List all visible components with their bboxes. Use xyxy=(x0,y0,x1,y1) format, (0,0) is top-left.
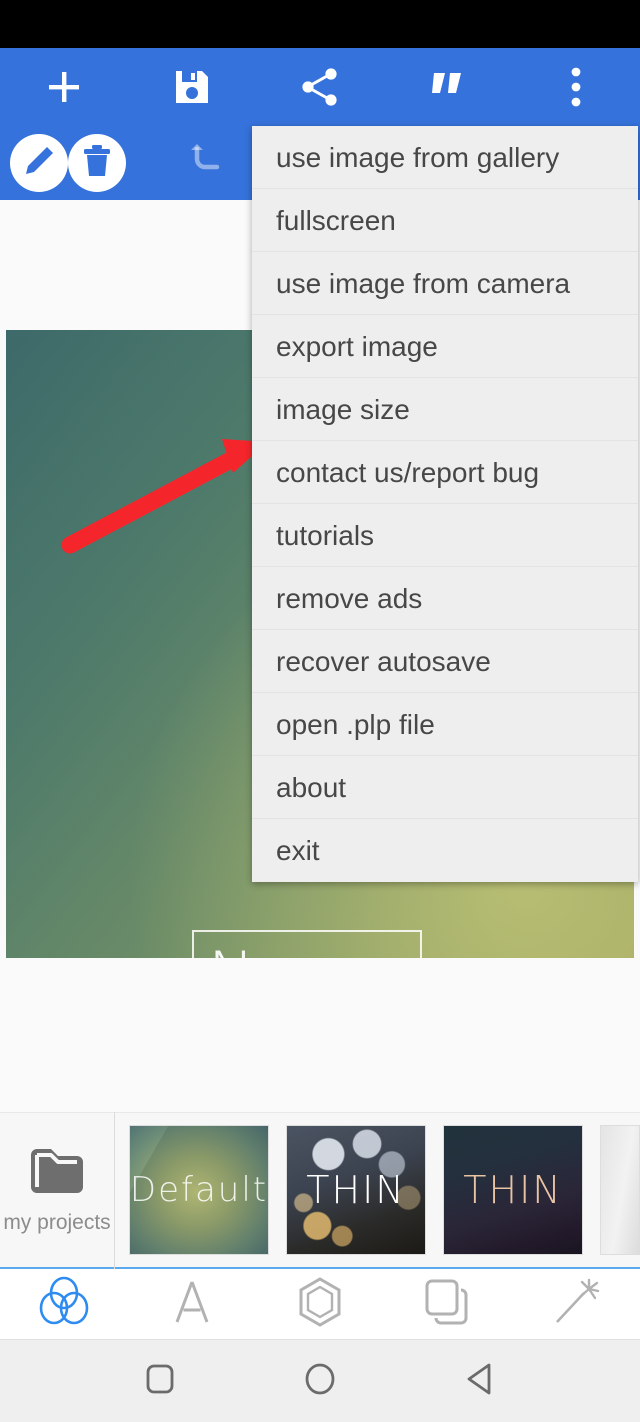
edit-button[interactable] xyxy=(10,134,68,192)
template-thumb-label: THIN xyxy=(463,1168,563,1212)
template-thumb-thin-dark[interactable]: THIN xyxy=(443,1125,583,1255)
menu-item-recover-autosave[interactable]: recover autosave xyxy=(252,630,638,693)
template-thumb-default[interactable]: Default xyxy=(129,1125,269,1255)
menu-item-remove-ads[interactable]: remove ads xyxy=(252,567,638,630)
template-thumb-label: THIN xyxy=(306,1168,406,1212)
circle-icon xyxy=(303,1361,337,1402)
share-button[interactable] xyxy=(256,48,384,126)
template-thumbnails: Default THIN THIN xyxy=(115,1125,640,1255)
template-strip: my projects Default THIN THIN xyxy=(0,1111,640,1269)
share-icon xyxy=(299,66,341,108)
menu-item-tutorials[interactable]: tutorials xyxy=(252,504,638,567)
tab-effects[interactable] xyxy=(512,1277,640,1332)
android-navigation-bar xyxy=(0,1340,640,1422)
undo-button[interactable] xyxy=(178,140,236,186)
menu-item-image-size[interactable]: image size xyxy=(252,378,638,441)
tool-tab-bar xyxy=(0,1269,640,1340)
square-icon xyxy=(145,1362,175,1401)
my-projects-label: my projects xyxy=(3,1211,111,1234)
template-thumb-thin-bokeh[interactable]: THIN xyxy=(286,1125,426,1255)
text-layer-box[interactable]: Ne xyxy=(192,930,422,958)
tab-text[interactable] xyxy=(128,1277,256,1332)
text-layer-content: Ne xyxy=(208,938,295,958)
layers-icon xyxy=(423,1277,473,1332)
menu-item-use-image-from-camera[interactable]: use image from camera xyxy=(252,252,638,315)
trash-icon xyxy=(81,144,113,183)
app-screen: Ne use image from gallery fullscreen use… xyxy=(0,0,640,1422)
back-button[interactable] xyxy=(400,1361,560,1402)
menu-item-exit[interactable]: exit xyxy=(252,819,638,882)
menu-item-use-image-from-gallery[interactable]: use image from gallery xyxy=(252,126,638,189)
menu-item-contact-us-report-bug[interactable]: contact us/report bug xyxy=(252,441,638,504)
tab-filters[interactable] xyxy=(0,1276,128,1333)
menu-item-about[interactable]: about xyxy=(252,756,638,819)
letter-a-icon xyxy=(170,1277,214,1332)
template-thumb-label: Default xyxy=(129,1170,269,1210)
add-button[interactable] xyxy=(0,48,128,126)
recents-button[interactable] xyxy=(80,1362,240,1401)
template-thumb-partial[interactable] xyxy=(600,1125,640,1255)
more-vertical-icon xyxy=(569,65,583,109)
tab-shapes[interactable] xyxy=(256,1276,384,1333)
menu-item-export-image[interactable]: export image xyxy=(252,315,638,378)
overflow-menu-button[interactable] xyxy=(512,48,640,126)
overflow-dropdown-menu[interactable]: use image from gallery fullscreen use im… xyxy=(252,126,638,882)
tab-layers[interactable] xyxy=(384,1277,512,1332)
hexagon-icon xyxy=(295,1276,345,1333)
home-button[interactable] xyxy=(240,1361,400,1402)
pencil-icon xyxy=(22,144,56,183)
toolbar-primary-row xyxy=(0,48,640,126)
my-projects-button[interactable]: my projects xyxy=(0,1111,115,1269)
menu-item-open-plp-file[interactable]: open .plp file xyxy=(252,693,638,756)
magic-wand-icon xyxy=(551,1277,601,1332)
save-icon xyxy=(172,67,212,107)
folder-icon xyxy=(27,1145,87,1202)
quote-button[interactable] xyxy=(384,48,512,126)
undo-icon xyxy=(187,143,227,184)
three-circles-icon xyxy=(36,1276,92,1333)
status-bar xyxy=(0,0,640,48)
save-button[interactable] xyxy=(128,48,256,126)
triangle-left-icon xyxy=(464,1361,496,1402)
plus-icon xyxy=(42,65,86,109)
delete-button[interactable] xyxy=(68,134,126,192)
menu-item-fullscreen[interactable]: fullscreen xyxy=(252,189,638,252)
quote-icon xyxy=(428,67,468,107)
